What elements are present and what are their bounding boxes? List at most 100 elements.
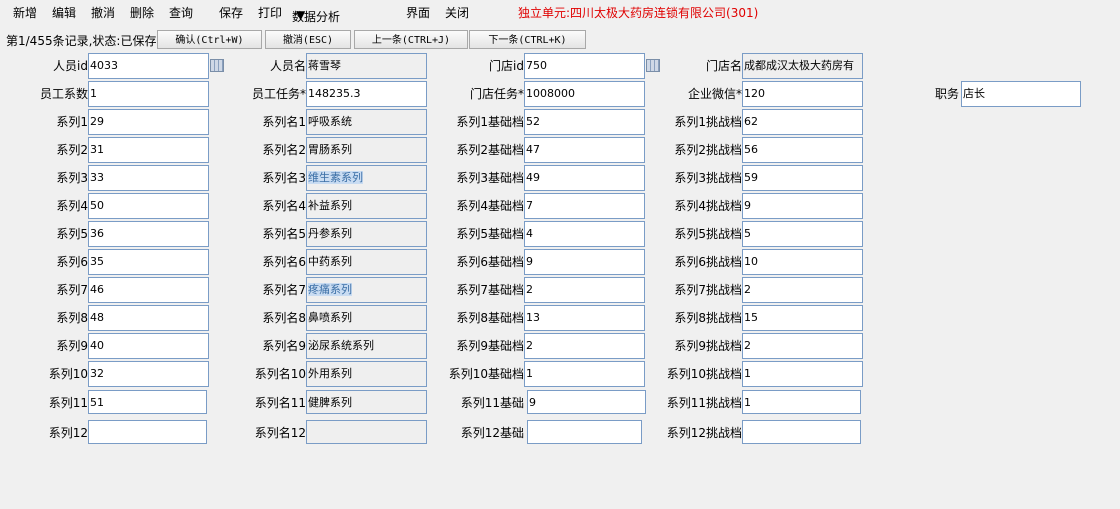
series-9-base-field[interactable]: 2 (524, 333, 645, 359)
series-9-label: 系列9 (56, 339, 88, 353)
series-1-label: 系列1 (56, 115, 88, 129)
series-1-field[interactable]: 29 (88, 109, 209, 135)
series-6-base-field[interactable]: 9 (524, 249, 645, 275)
store-id-label: 门店id (489, 59, 524, 73)
series-11-label: 系列11 (48, 396, 88, 410)
series-2-challenge-field[interactable]: 56 (742, 137, 863, 163)
series-8-base-field[interactable]: 13 (524, 305, 645, 331)
position-label: 职务 (934, 87, 959, 101)
series-3-base-label: 系列3基础档 (456, 171, 524, 185)
series-5-field[interactable]: 36 (88, 221, 209, 247)
series-12-challenge-field[interactable] (742, 420, 861, 444)
series-9-field[interactable]: 40 (88, 333, 209, 359)
series-2-base-field[interactable]: 47 (524, 137, 645, 163)
series-2-challenge-label: 系列2挑战档 (674, 143, 742, 157)
series-name-7-field[interactable]: 疼痛系列 (306, 277, 427, 303)
series-2-base-label: 系列2基础档 (456, 143, 524, 157)
series-name-9-label: 系列名9 (262, 339, 306, 353)
staff-name-label: 人员名 (269, 59, 306, 73)
series-name-9-field[interactable]: 泌尿系统系列 (306, 333, 427, 359)
series-name-6-field[interactable]: 中药系列 (306, 249, 427, 275)
series-2-label: 系列2 (56, 143, 88, 157)
series-8-challenge-field[interactable]: 15 (742, 305, 863, 331)
calendar-icon[interactable] (210, 59, 224, 72)
selected-text: 疼痛系列 (308, 283, 352, 296)
series-3-base-field[interactable]: 49 (524, 165, 645, 191)
series-name-2-field[interactable]: 胃肠系列 (306, 137, 427, 163)
series-name-5-field[interactable]: 丹参系列 (306, 221, 427, 247)
wechat-label: 企业微信* (687, 87, 742, 101)
series-8-label: 系列8 (56, 311, 88, 325)
coef-field[interactable]: 1 (88, 81, 209, 107)
series-5-challenge-field[interactable]: 5 (742, 221, 863, 247)
series-name-10-field[interactable]: 外用系列 (306, 361, 427, 387)
menu-close[interactable]: 关闭 (445, 4, 469, 21)
series-name-4-field[interactable]: 补益系列 (306, 193, 427, 219)
series-name-8-field[interactable]: 鼻喷系列 (306, 305, 427, 331)
series-name-1-field[interactable]: 呼吸系统 (306, 109, 427, 135)
series-6-challenge-field[interactable]: 10 (742, 249, 863, 275)
series-7-base-label: 系列7基础档 (456, 283, 524, 297)
position-field[interactable]: 店长 (961, 81, 1081, 107)
menu-query[interactable]: 查询 (169, 4, 193, 21)
series-5-base-field[interactable]: 4 (524, 221, 645, 247)
wechat-field[interactable]: 120 (742, 81, 863, 107)
series-name-12-field[interactable] (306, 420, 427, 444)
series-1-challenge-field[interactable]: 62 (742, 109, 863, 135)
staff-id-field[interactable]: 4033 (88, 53, 209, 79)
cancel-button[interactable]: 撤消(ESC) (265, 30, 351, 49)
store-id-field[interactable]: 750 (524, 53, 645, 79)
series-12-base-field[interactable] (527, 420, 642, 444)
store-name-field[interactable]: 成都成汉太极大药房有 (742, 53, 863, 79)
series-3-challenge-field[interactable]: 59 (742, 165, 863, 191)
menu-interface[interactable]: 界面 (406, 4, 430, 21)
prev-record-button[interactable]: 上一条(CTRL+J) (354, 30, 468, 49)
series-name-1-label: 系列名1 (262, 115, 306, 129)
series-7-base-field[interactable]: 2 (524, 277, 645, 303)
menu-print[interactable]: 打印 (258, 4, 282, 21)
series-11-field[interactable]: 51 (88, 390, 207, 414)
staff-task-field[interactable]: 148235.3 (306, 81, 427, 107)
series-10-base-field[interactable]: 1 (524, 361, 645, 387)
menu-save[interactable]: 保存 (219, 4, 243, 21)
calendar-icon[interactable] (646, 59, 660, 72)
series-3-field[interactable]: 33 (88, 165, 209, 191)
series-7-field[interactable]: 46 (88, 277, 209, 303)
menu-new[interactable]: 新增 (13, 4, 37, 21)
series-10-field[interactable]: 32 (88, 361, 209, 387)
staff-id-label: 人员id (53, 59, 88, 73)
series-4-label: 系列4 (56, 199, 88, 213)
series-1-base-field[interactable]: 52 (524, 109, 645, 135)
series-7-challenge-field[interactable]: 2 (742, 277, 863, 303)
series-4-challenge-field[interactable]: 9 (742, 193, 863, 219)
series-4-field[interactable]: 50 (88, 193, 209, 219)
series-11-challenge-field[interactable]: 1 (742, 390, 861, 414)
store-task-field[interactable]: 1008000 (524, 81, 645, 107)
series-11-base-field[interactable]: 9 (527, 390, 646, 414)
next-record-button[interactable]: 下一条(CTRL+K) (469, 30, 586, 49)
series-2-field[interactable]: 31 (88, 137, 209, 163)
series-10-challenge-field[interactable]: 1 (742, 361, 863, 387)
menu-undo[interactable]: 撤消 (91, 4, 115, 21)
series-name-3-field[interactable]: 维生素系列 (306, 165, 427, 191)
series-6-challenge-label: 系列6挑战档 (674, 255, 742, 269)
series-name-11-field[interactable]: 健脾系列 (306, 390, 427, 414)
series-1-challenge-label: 系列1挑战档 (674, 115, 742, 129)
menu-delete[interactable]: 删除 (130, 4, 154, 21)
confirm-button[interactable]: 确认(Ctrl+W) (157, 30, 262, 49)
series-4-base-field[interactable]: 7 (524, 193, 645, 219)
series-10-base-label: 系列10基础档 (448, 367, 524, 381)
series-6-base-label: 系列6基础档 (456, 255, 524, 269)
series-8-field[interactable]: 48 (88, 305, 209, 331)
series-name-10-label: 系列名10 (254, 367, 306, 381)
staff-name-field[interactable]: 蒋雪琴 (306, 53, 427, 79)
series-6-field[interactable]: 35 (88, 249, 209, 275)
menu-edit[interactable]: 编辑 (52, 4, 76, 21)
series-12-label: 系列12 (48, 426, 88, 440)
series-name-3-label: 系列名3 (262, 171, 306, 185)
series-9-challenge-field[interactable]: 2 (742, 333, 863, 359)
series-8-base-label: 系列8基础档 (456, 311, 524, 325)
series-name-8-label: 系列名8 (262, 311, 306, 325)
staff-task-label: 员工任务* (251, 87, 306, 101)
series-12-field[interactable] (88, 420, 207, 444)
